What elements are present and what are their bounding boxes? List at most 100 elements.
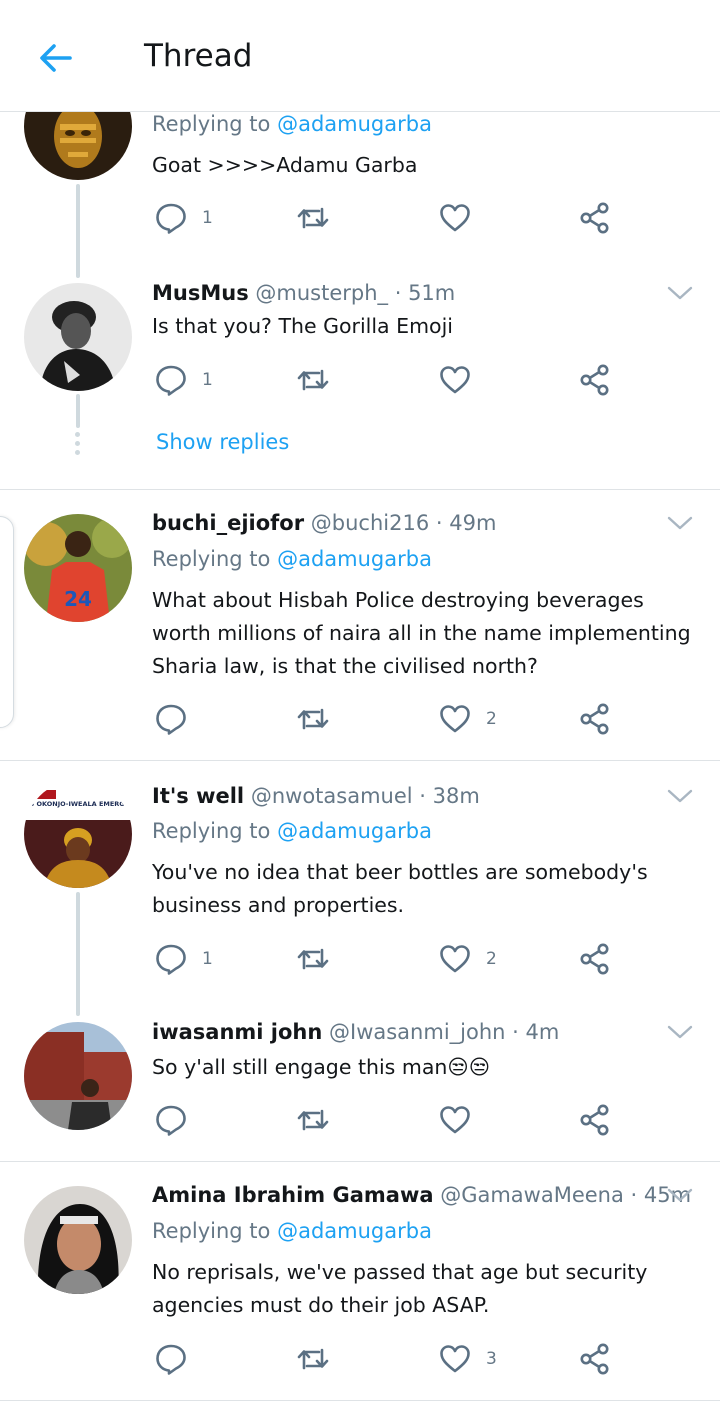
chevron-down-icon[interactable] [666, 787, 694, 805]
replying-label: Replying to [152, 1219, 271, 1243]
display-name[interactable]: iwasanmi john [152, 1020, 322, 1044]
like-button[interactable]: 2 [438, 939, 497, 979]
tweet-time: · 38m [419, 784, 480, 808]
display-name[interactable]: buchi_ejiofor [152, 511, 304, 535]
reply-icon [154, 363, 188, 397]
retweet-button[interactable] [296, 1339, 344, 1379]
like-icon [438, 942, 472, 976]
share-icon [578, 201, 612, 235]
divider [0, 489, 720, 490]
user-handle[interactable]: @nwotasamuel [251, 784, 413, 808]
chevron-down-icon[interactable] [666, 1186, 694, 1204]
replying-label: Replying to [152, 819, 271, 843]
like-icon [438, 702, 472, 736]
tweet-time: · 4m [512, 1020, 560, 1044]
stadium-avatar-image [24, 1022, 132, 1130]
side-edge-tab[interactable] [0, 516, 14, 728]
share-button[interactable] [578, 1339, 612, 1379]
display-name[interactable]: It's well [152, 784, 244, 808]
replying-handle-link[interactable]: @adamugarba [277, 819, 432, 843]
reply-button[interactable]: 1 [154, 198, 213, 238]
replying-to: Replying to @adamugarba [152, 547, 432, 571]
reply-icon [154, 702, 188, 736]
avatar[interactable] [24, 283, 132, 391]
avatar[interactable]: 24 [24, 514, 132, 622]
share-button[interactable] [578, 699, 612, 739]
chevron-down-icon[interactable] [666, 1023, 694, 1041]
retweet-icon [296, 363, 330, 397]
tweet-header: iwasanmi john @Iwasanmi_john · 4m [152, 1020, 559, 1044]
like-icon [438, 1342, 472, 1376]
share-button[interactable] [578, 939, 612, 979]
avatar[interactable] [24, 1022, 132, 1130]
divider [0, 760, 720, 761]
bw-portrait-avatar-image [24, 283, 132, 391]
thread-dots [75, 432, 81, 456]
tweet-text: No reprisals, we've passed that age but … [152, 1260, 648, 1317]
like-button[interactable]: 3 [438, 1339, 497, 1379]
show-replies-link[interactable]: Show replies [156, 430, 289, 454]
share-icon [578, 1342, 612, 1376]
reply-icon [154, 1103, 188, 1137]
retweet-icon [296, 201, 330, 235]
divider [0, 1400, 720, 1401]
share-button[interactable] [578, 1100, 612, 1140]
retweet-icon [296, 702, 330, 736]
tweet-header: MusMus @musterph_ · 51m [152, 281, 455, 305]
top-bar: Thread [0, 0, 720, 112]
retweet-button[interactable] [296, 1100, 344, 1140]
user-handle[interactable]: @buchi216 [311, 511, 429, 535]
display-name[interactable]: Amina Ibrahim Gamawa [152, 1183, 434, 1207]
replying-handle-link[interactable]: @adamugarba [277, 112, 432, 136]
replying-handle-link[interactable]: @adamugarba [277, 1219, 432, 1243]
reply-count: 1 [202, 370, 213, 390]
reply-button[interactable]: 1 [154, 939, 213, 979]
thread-line [76, 184, 80, 278]
reply-icon [154, 201, 188, 235]
retweet-button[interactable] [296, 699, 344, 739]
like-button[interactable] [438, 198, 486, 238]
reply-button[interactable]: 1 [154, 360, 213, 400]
like-button[interactable]: 2 [438, 699, 497, 739]
like-button[interactable] [438, 1100, 486, 1140]
replying-handle-link[interactable]: @adamugarba [277, 547, 432, 571]
like-button[interactable] [438, 360, 486, 400]
avatar[interactable]: AKBG NEWS OKONJO-IWEALA EMERGES WTO DG [24, 780, 132, 888]
share-icon [578, 702, 612, 736]
tweet-time: · 51m [394, 281, 456, 305]
tweet-header: buchi_ejiofor @buchi216 · 49m [152, 511, 496, 535]
user-handle[interactable]: @musterph_ [255, 281, 388, 305]
tweet-actions: 1 [152, 198, 622, 238]
chevron-down-icon[interactable] [666, 284, 694, 302]
tweet-text: Is that you? The Gorilla Emoji [152, 314, 453, 338]
reply-button[interactable] [154, 1100, 202, 1140]
thread-line [76, 394, 80, 428]
avatar[interactable] [24, 1186, 132, 1294]
like-icon [438, 201, 472, 235]
reply-button[interactable] [154, 1339, 202, 1379]
share-button[interactable] [578, 198, 612, 238]
tweet-text: What about Hisbah Police destroying beve… [152, 588, 691, 678]
like-count: 3 [486, 1349, 497, 1369]
like-count: 2 [486, 709, 497, 729]
replying-to: Replying to @adamugarba [152, 819, 432, 843]
retweet-button[interactable] [296, 360, 344, 400]
reply-button[interactable] [154, 699, 202, 739]
user-handle[interactable]: @Iwasanmi_john [329, 1020, 505, 1044]
chevron-down-icon[interactable] [666, 514, 694, 532]
user-handle[interactable]: @GamawaMeena [440, 1183, 624, 1207]
svg-text:24: 24 [64, 587, 92, 611]
tweet-actions: 3 [152, 1339, 622, 1379]
reply-icon [154, 1342, 188, 1376]
woman-avatar-image [24, 1186, 132, 1294]
tweet-text: Goat >>>>Adamu Garba [152, 153, 418, 177]
reply-count: 1 [202, 208, 213, 228]
back-arrow-icon[interactable] [36, 38, 76, 78]
retweet-button[interactable] [296, 939, 344, 979]
share-button[interactable] [578, 360, 612, 400]
display-name[interactable]: MusMus [152, 281, 249, 305]
replying-label: Replying to [152, 547, 271, 571]
tweet-header: Amina Ibrahim Gamawa @GamawaMeena · 45m [152, 1183, 691, 1207]
tweet-actions: 1 [152, 360, 622, 400]
retweet-button[interactable] [296, 198, 344, 238]
